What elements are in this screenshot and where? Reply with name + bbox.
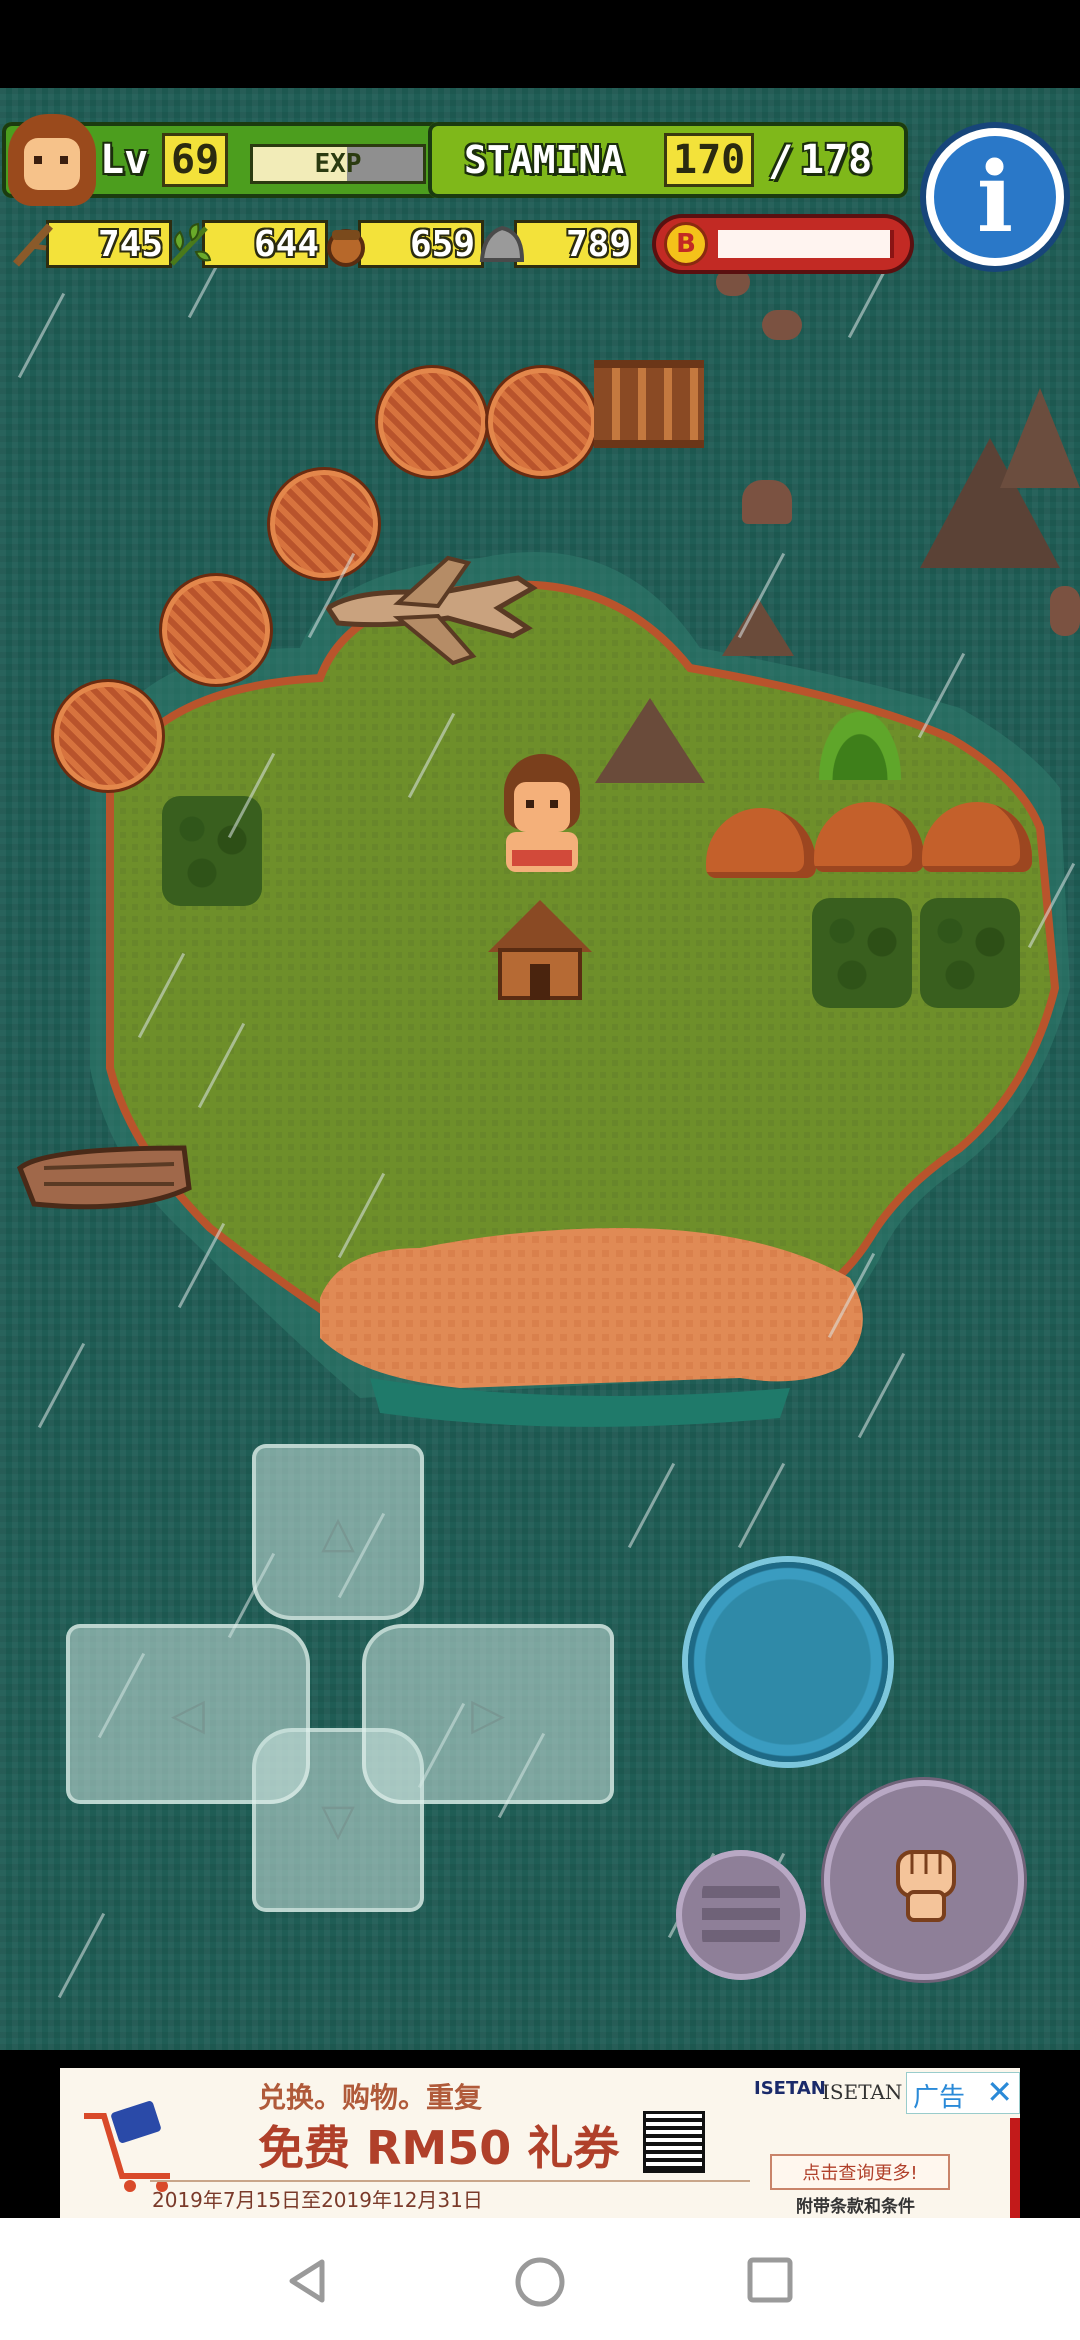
bush[interactable]	[812, 898, 912, 1008]
punch-button[interactable]	[824, 1780, 1024, 1980]
leaf-icon	[170, 222, 212, 266]
arrow-down-icon: ▽	[321, 1794, 355, 1846]
arrow-up-icon: △	[321, 1506, 355, 1558]
exp-label: EXP	[314, 149, 362, 179]
stone-icon	[479, 225, 525, 262]
orange-tree[interactable]	[54, 682, 162, 790]
hut[interactable]	[488, 900, 592, 1000]
ad-cta-button[interactable]: 点击查询更多!	[770, 2154, 950, 2190]
ad-badge[interactable]: 广告 ✕	[906, 2072, 1020, 2114]
stone-count: 789	[514, 220, 640, 268]
rock-small[interactable]	[762, 310, 802, 340]
palm-plant[interactable]	[812, 700, 908, 780]
nut-icon	[327, 229, 365, 267]
menu-icon	[702, 1878, 780, 1952]
level-value: 69	[162, 133, 229, 187]
game-viewport[interactable]: Lv 69 EXP STAMINA 170 / 178 i 745 644 65…	[0, 88, 1080, 2050]
bush[interactable]	[162, 796, 262, 906]
ad-terms: 附带条款和条件	[796, 2197, 915, 2217]
arrow-left-icon: ◁	[171, 1688, 205, 1740]
home-icon[interactable]	[514, 2256, 566, 2308]
rock-small[interactable]	[1050, 586, 1080, 636]
boost-label: B	[676, 229, 696, 259]
ad-brand-name: ISETAN	[822, 2080, 903, 2104]
ad-badge-label: 广告	[913, 2083, 966, 2113]
info-icon: i	[976, 140, 1014, 254]
boost-meter: B	[656, 218, 910, 270]
wooden-fence[interactable]	[594, 360, 704, 448]
exp-bar: EXP	[250, 144, 426, 184]
arrow-right-icon: ▷	[471, 1688, 505, 1740]
player-character[interactable]	[492, 754, 592, 884]
rock[interactable]	[722, 598, 794, 656]
orange-tree[interactable]	[488, 368, 596, 476]
leaf-count: 644	[202, 220, 328, 268]
rock[interactable]	[1000, 388, 1080, 488]
level-panel: Lv 69 EXP	[2, 114, 442, 206]
stamina-separator: /	[768, 135, 794, 185]
back-icon[interactable]	[282, 2256, 332, 2306]
resource-leaf: 644	[166, 216, 328, 272]
ad-banner[interactable]: 兑换。购物。重复 免费 RM50 礼券 2019年7月15日至2019年12月3…	[60, 2068, 1020, 2218]
fist-icon	[896, 1850, 956, 1922]
resource-stone: 789	[478, 216, 640, 272]
close-icon[interactable]: ✕	[986, 2073, 1013, 2111]
recents-icon[interactable]	[746, 2256, 794, 2304]
stamina-label: STAMINA	[464, 138, 625, 182]
ad-date-range: 2019年7月15日至2019年12月31日	[152, 2188, 483, 2212]
rock-small[interactable]	[716, 268, 750, 296]
avatar[interactable]	[8, 114, 96, 206]
wooden-boat[interactable]	[14, 1128, 194, 1218]
action-button[interactable]	[688, 1562, 888, 1762]
resource-nut: 659	[322, 216, 484, 272]
system-nav-bar	[0, 2218, 1080, 2340]
ad-brand-logo: ISETAN	[754, 2078, 826, 2099]
dpad-right-button[interactable]: ▷	[362, 1624, 614, 1804]
menu-button[interactable]	[676, 1850, 806, 1980]
crashed-airplane[interactable]	[318, 548, 548, 678]
dpad-up-button[interactable]: △	[252, 1444, 424, 1620]
ad-tagline: 兑换。购物。重复	[258, 2081, 483, 2114]
resource-wood: 745	[10, 216, 172, 272]
ad-headline: 免费 RM50 礼券	[258, 2121, 620, 2175]
orange-tree[interactable]	[162, 576, 270, 684]
nut-count: 659	[358, 220, 484, 268]
level-label: Lv	[100, 137, 149, 183]
bush[interactable]	[920, 898, 1020, 1008]
stick-icon	[13, 223, 53, 267]
orange-tree[interactable]	[378, 368, 486, 476]
info-button[interactable]: i	[926, 128, 1064, 266]
stamina-current: 170	[664, 133, 755, 187]
rock[interactable]	[595, 698, 705, 783]
stamina-panel: STAMINA 170 / 178	[428, 122, 908, 198]
stamina-max: 178	[800, 137, 873, 183]
qr-code	[643, 2111, 705, 2173]
shopping-cart-icon	[84, 2101, 170, 2192]
boost-icon: B	[664, 222, 708, 266]
wood-count: 745	[46, 220, 172, 268]
ad-cta-label: 点击查询更多!	[802, 2163, 918, 2184]
rock-small[interactable]	[742, 480, 792, 524]
dpad-left-button[interactable]: ◁	[66, 1624, 310, 1804]
